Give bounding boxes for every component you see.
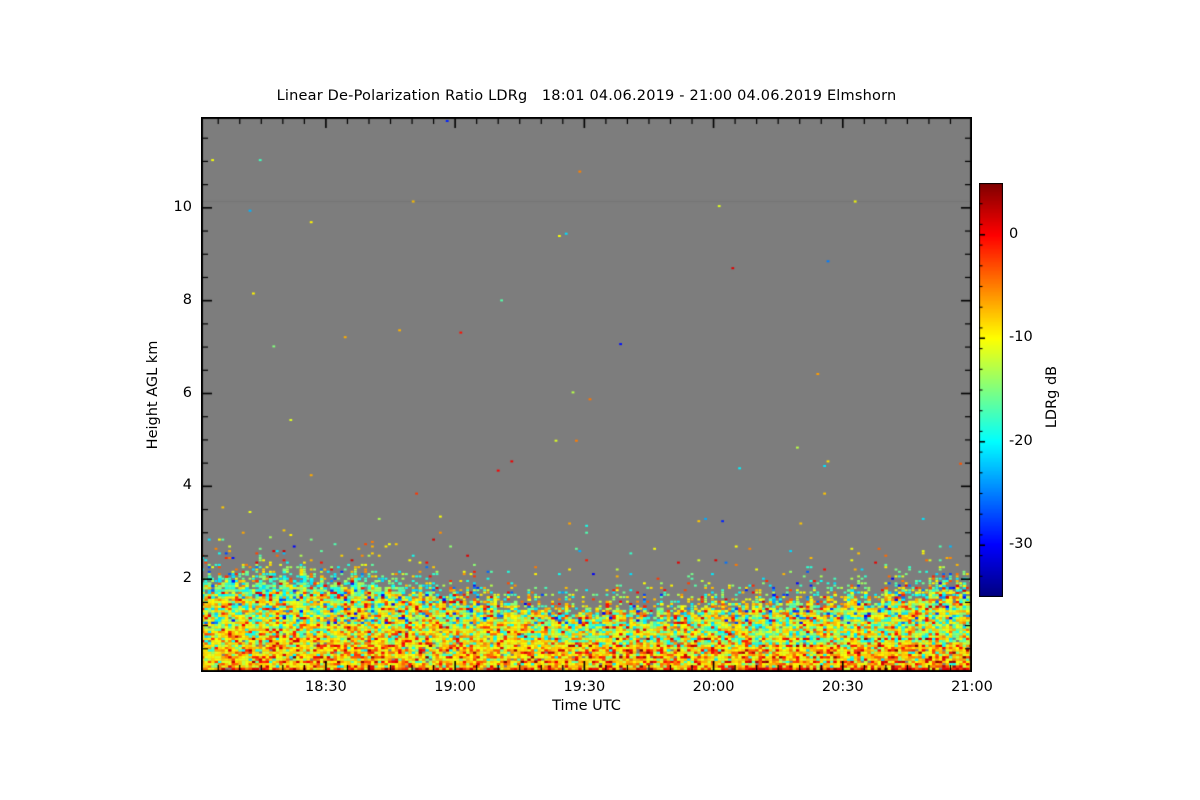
x-tick-label: 19:00 [434,679,477,695]
x-tick-label: 21:00 [951,679,993,695]
y-tick-label: 6 [182,384,192,401]
x-tick-label: 20:30 [821,679,864,695]
y-tick-label: 8 [182,291,192,308]
x-tick-label: 19:30 [563,679,606,695]
colorbar-label: LDRg dB [1044,365,1060,429]
colorbar-tick-label: -30 [1009,536,1033,553]
colorbar-canvas [979,183,1003,597]
colorbar-tick-label: -10 [1009,329,1033,346]
heatmap-plot-canvas [201,117,972,672]
x-tick-label: 18:30 [305,679,347,695]
x-axis-label: Time UTC [552,698,621,714]
chart-title: Linear De-Polarization Ratio LDRg 18:01 … [276,88,897,104]
x-tick-label: 20:00 [692,679,735,695]
y-tick-label: 4 [182,477,192,494]
y-tick-label: 2 [182,570,192,587]
y-tick-label: 10 [173,198,192,215]
colorbar-tick-label: -20 [1009,432,1033,449]
colorbar-tick-label: 0 [1009,225,1019,242]
chart-container: Linear De-Polarization Ratio LDRg 18:01 … [0,0,1200,800]
